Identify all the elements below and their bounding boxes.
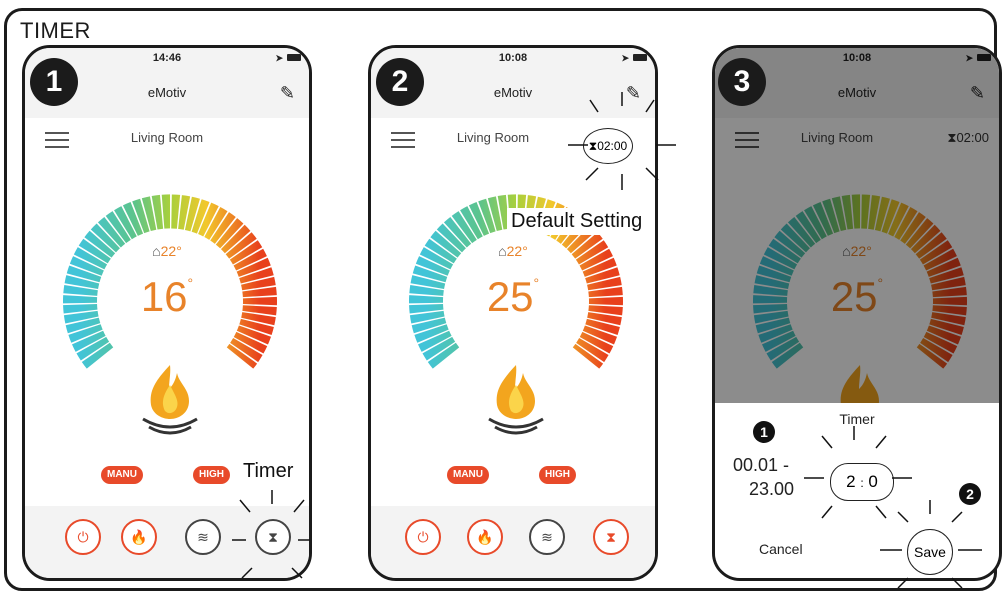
flame-button[interactable]: 🔥 (121, 519, 157, 555)
control-bar: ⏻ 🔥 ≋ ⧗ (25, 506, 309, 578)
power-button[interactable]: ⏻ (65, 519, 101, 555)
manu-badge: MANU (101, 466, 143, 484)
timer-indicator[interactable]: ⧗02:00 (583, 128, 633, 164)
app-title: eMotiv (147, 85, 187, 100)
location-icon: ➤ (275, 53, 283, 63)
current-temperature: 25° (486, 273, 540, 320)
section-title: TIMER (20, 18, 91, 43)
save-button[interactable]: Save (907, 529, 953, 575)
high-badge: HIGH (193, 466, 230, 484)
phone-step-3: 10:08 ➤ eMotiv ✎ Living Room ⧗02:00 ⌂22° 25… (712, 45, 1002, 581)
home-icon: ⌂ (498, 243, 507, 259)
flame-button[interactable]: 🔥 (467, 519, 503, 555)
timer-sheet: Timer 1 00.01 -23.00 2 : 0 2 Cancel Save (715, 403, 999, 578)
battery-icon (287, 54, 301, 61)
app-title: eMotiv (493, 85, 533, 100)
room-name: Living Room (456, 130, 530, 145)
marker-2: 2 (959, 483, 981, 505)
manu-badge: MANU (447, 466, 489, 484)
temperature-value: 16 (140, 273, 188, 320)
step-number-2: 2 (376, 58, 424, 106)
timer-callout: Timer (243, 460, 294, 482)
room-name: Living Room (130, 130, 204, 145)
flame-icon (488, 365, 544, 435)
temperature-value: 25 (486, 273, 534, 320)
edit-icon[interactable]: ✎ (626, 68, 641, 118)
range-start: 00.01 - (733, 455, 790, 475)
timer-value: 02:00 (597, 139, 628, 153)
range-end: 23.00 (749, 479, 795, 499)
setpoint-value: 22° (506, 243, 528, 259)
default-setting-callout: Default Setting (507, 208, 647, 235)
clock: 14:46 (152, 52, 182, 64)
time-picker[interactable]: 2 : 0 (830, 463, 894, 501)
marker-1: 1 (753, 421, 775, 443)
phone-step-2: 10:08 ➤ eMotiv ✎ Living Room ⧗02:00 Defaul… (368, 45, 658, 581)
location-icon: ➤ (621, 53, 629, 63)
edit-icon[interactable]: ✎ (280, 68, 295, 118)
picker-separator: : (860, 476, 864, 490)
flame-icon (142, 365, 198, 435)
cancel-button[interactable]: Cancel (759, 541, 803, 557)
step-number-1: 1 (30, 58, 78, 106)
picker-minutes[interactable]: 0 (868, 472, 877, 491)
control-bar: ⏻ 🔥 ≋ ⧗ (371, 506, 655, 578)
picker-hours[interactable]: 2 (846, 472, 855, 491)
setpoint-value: 22° (160, 243, 182, 259)
power-button[interactable]: ⏻ (405, 519, 441, 555)
setpoint: ⌂22° (25, 243, 309, 259)
clock: 10:08 (498, 52, 528, 64)
hourglass-icon: ⧗ (588, 139, 598, 153)
heat-level-button[interactable]: ≋ (185, 519, 221, 555)
step-number-3: 3 (718, 58, 766, 106)
phone-step-1: 14:46 ➤ eMotiv ✎ Living Room ⌂22° 16° MANU… (22, 45, 312, 581)
timer-range: 00.01 - 23.00 (733, 453, 794, 501)
home-icon: ⌂ (152, 243, 161, 259)
battery-icon (633, 54, 647, 61)
heat-level-button[interactable]: ≋ (529, 519, 565, 555)
setpoint: ⌂22° (371, 243, 655, 259)
high-badge: HIGH (539, 466, 576, 484)
current-temperature: 16° (140, 273, 194, 320)
timer-button[interactable]: ⧗ (593, 519, 629, 555)
timer-button[interactable]: ⧗ (255, 519, 291, 555)
